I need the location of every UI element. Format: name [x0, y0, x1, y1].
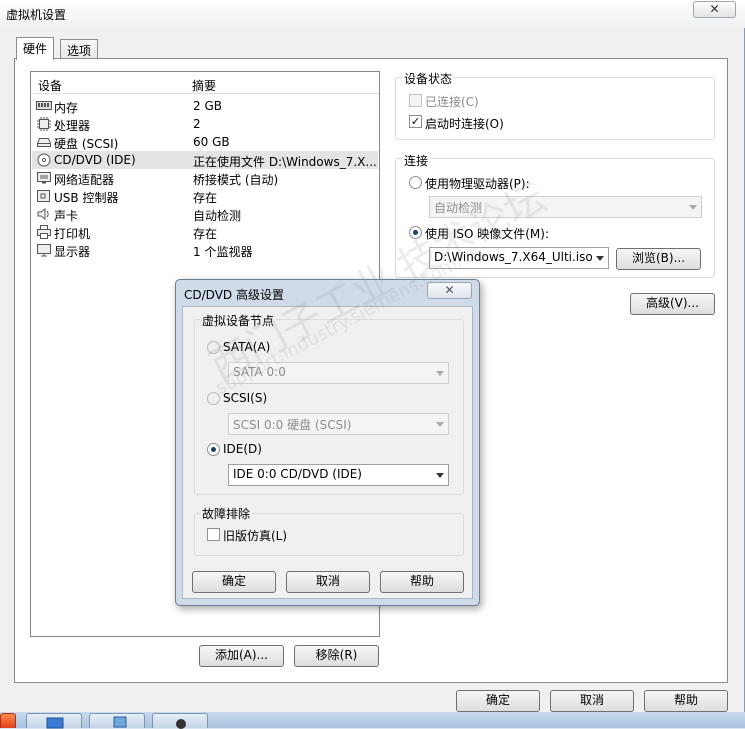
connection-title: 连接 [402, 152, 431, 169]
device-summary: 1 个监视器 [193, 245, 253, 259]
tab-hardware[interactable]: 硬件 [16, 37, 55, 60]
network-icon [36, 170, 52, 186]
device-name: 网络适配器 [54, 173, 115, 187]
scsi-select[interactable]: SCSI 0:0 硬盘 (SCSI) [228, 413, 449, 435]
add-device-button[interactable]: 添加(A)... [199, 645, 284, 667]
device-row-cd-dvd[interactable]: CD/DVD (IDE) 正在使用文件 D:\Windows_7.X... [32, 151, 378, 169]
connect-at-power-on-label: 启动时连接(O) [425, 117, 504, 131]
device-status-title: 设备状态 [402, 70, 455, 87]
sata-radio[interactable] [207, 341, 220, 354]
taskbar-app-icon[interactable] [152, 713, 208, 729]
device-name: 硬盘 (SCSI) [54, 137, 119, 151]
taskbar [0, 712, 745, 729]
column-device[interactable]: 设备 [38, 77, 62, 94]
ok-button[interactable]: 确定 [456, 690, 540, 712]
device-summary: 60 GB [193, 135, 230, 149]
device-name: 声卡 [54, 209, 79, 223]
device-row-usb[interactable]: USB 控制器 存在 [32, 187, 378, 205]
dialog-ok-button[interactable]: 确定 [192, 571, 276, 593]
virtual-device-node-title: 虚拟设备节点 [200, 312, 277, 329]
connected-label: 已连接(C) [425, 95, 479, 109]
iso-image-label: 使用 ISO 映像文件(M): [425, 227, 549, 241]
column-summary[interactable]: 摘要 [192, 77, 216, 94]
sata-select[interactable]: SATA 0:0 [228, 362, 449, 384]
taskbar-app-icon[interactable] [0, 713, 16, 728]
device-row-processor[interactable]: 处理器 2 [32, 115, 378, 133]
chevron-down-icon [436, 473, 444, 478]
chevron-down-icon [436, 422, 444, 427]
chevron-down-icon [689, 205, 697, 210]
device-summary: 存在 [193, 227, 218, 241]
scsi-radio[interactable] [207, 392, 220, 405]
legacy-emulation-label: 旧版仿真(L) [223, 529, 288, 543]
device-row-network[interactable]: 网络适配器 桥接模式 (自动) [32, 169, 378, 187]
device-row-display[interactable]: 显示器 1 个监视器 [32, 241, 378, 259]
device-summary: 自动检测 [193, 209, 242, 223]
browse-button[interactable]: 浏览(B)... [616, 248, 701, 270]
sata-label: SATA(A) [223, 340, 271, 354]
scsi-value: SCSI 0:0 硬盘 (SCSI) [233, 418, 352, 432]
cd-dvd-advanced-dialog: CD/DVD 高级设置 ✕ 虚拟设备节点 SATA(A) SATA 0:0 SC… [175, 279, 480, 606]
sata-value: SATA 0:0 [233, 365, 286, 379]
close-button[interactable]: ✕ [693, 1, 736, 18]
troubleshooting-title: 故障排除 [200, 505, 253, 522]
physical-drive-radio[interactable] [409, 176, 422, 189]
device-summary: 2 [193, 117, 201, 131]
device-name: 处理器 [54, 119, 91, 133]
ide-select[interactable]: IDE 0:0 CD/DVD (IDE) [228, 464, 449, 486]
device-name: USB 控制器 [54, 191, 119, 205]
title-bar[interactable]: 虚拟机设置 ✕ [0, 0, 745, 28]
device-summary: 2 GB [193, 99, 222, 113]
device-name: 内存 [54, 101, 79, 115]
dialog-title: CD/DVD 高级设置 [184, 288, 284, 302]
window-title: 虚拟机设置 [6, 8, 67, 22]
dialog-help-button[interactable]: 帮助 [380, 571, 464, 593]
taskbar-app-icon[interactable] [89, 713, 145, 728]
dialog-cancel-button[interactable]: 取消 [286, 571, 370, 593]
dialog-body: 虚拟设备节点 SATA(A) SATA 0:0 SCSI(S) SCSI 0:0… [182, 306, 473, 599]
device-row-printer[interactable]: 打印机 存在 [32, 223, 378, 241]
device-name: 打印机 [54, 227, 91, 241]
printer-icon [36, 224, 52, 240]
connected-checkbox[interactable] [409, 94, 422, 107]
legacy-emulation-checkbox[interactable] [207, 528, 220, 541]
advanced-button[interactable]: 高级(V)... [630, 293, 715, 315]
connect-at-power-on-checkbox[interactable]: ✓ [409, 115, 422, 128]
device-name: 显示器 [54, 245, 91, 259]
ide-label: IDE(D) [223, 442, 262, 456]
usb-icon [36, 188, 52, 204]
tab-options[interactable]: 选项 [60, 39, 99, 59]
device-summary: 桥接模式 (自动) [193, 173, 279, 187]
ide-value: IDE 0:0 CD/DVD (IDE) [233, 467, 362, 481]
device-row-hard-disk[interactable]: 硬盘 (SCSI) 60 GB [32, 133, 378, 151]
dialog-close-button[interactable]: ✕ [427, 282, 472, 299]
taskbar-app-icon[interactable] [26, 713, 82, 729]
hard-disk-icon [36, 134, 52, 150]
physical-drive-label: 使用物理驱动器(P): [425, 177, 530, 191]
device-row-sound[interactable]: 声卡 自动检测 [32, 205, 378, 223]
cpu-icon [36, 116, 52, 132]
cancel-button[interactable]: 取消 [550, 690, 634, 712]
physical-drive-select[interactable]: 自动检测 [429, 196, 702, 218]
iso-image-radio[interactable] [409, 226, 422, 239]
device-name: CD/DVD (IDE) [54, 153, 136, 167]
iso-path-value: D:\Windows_7.X64_Ulti.iso [434, 250, 593, 264]
physical-drive-value: 自动检测 [434, 201, 483, 215]
scsi-label: SCSI(S) [223, 391, 268, 405]
cd-dvd-icon [36, 152, 52, 168]
iso-path-combo[interactable]: D:\Windows_7.X64_Ulti.iso [429, 247, 609, 269]
device-list-header: 设备 摘要 [31, 72, 379, 94]
remove-device-button[interactable]: 移除(R) [294, 645, 379, 667]
speaker-icon [36, 206, 52, 222]
device-summary: 存在 [193, 191, 218, 205]
chevron-down-icon [436, 371, 444, 376]
memory-icon [36, 98, 52, 114]
ide-radio[interactable] [207, 443, 220, 456]
help-button[interactable]: 帮助 [644, 690, 728, 712]
device-row-memory[interactable]: 内存 2 GB [32, 97, 378, 115]
chevron-down-icon [596, 256, 604, 261]
device-summary: 正在使用文件 D:\Windows_7.X... [193, 155, 377, 169]
monitor-icon [36, 242, 52, 258]
